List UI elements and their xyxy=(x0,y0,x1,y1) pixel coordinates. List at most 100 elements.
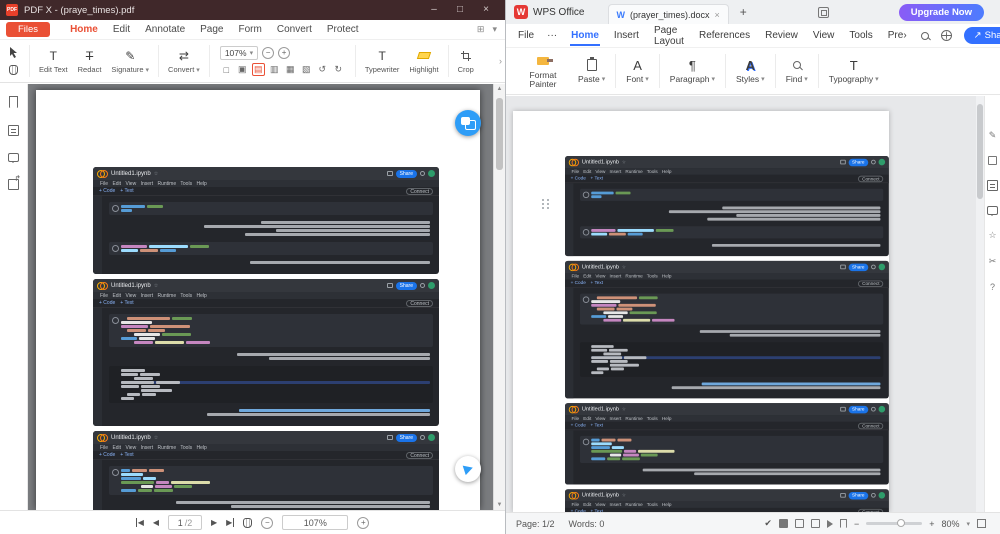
continuous-view-icon[interactable]: ▤ xyxy=(252,63,265,76)
crop-button[interactable]: Crop xyxy=(453,48,479,74)
print-layout-icon[interactable] xyxy=(779,519,788,528)
comments-panel-icon[interactable] xyxy=(987,206,998,215)
zoom-level[interactable]: 80% xyxy=(941,519,959,529)
zoom-in-button[interactable]: + xyxy=(929,519,934,529)
help-icon[interactable]: ? xyxy=(990,282,995,292)
scrollbar-thumb[interactable] xyxy=(496,98,503,170)
export-panel-icon[interactable] xyxy=(8,179,19,190)
paragraph-button[interactable]: ¶ Paragraph▾ xyxy=(662,57,723,84)
highlight-button[interactable]: Highlight xyxy=(404,48,443,74)
two-page-view-icon[interactable]: ▥ xyxy=(268,63,281,76)
tab-protect[interactable]: Protect xyxy=(327,24,359,35)
new-tab-button[interactable]: + xyxy=(740,5,747,19)
outline-panel-icon[interactable] xyxy=(987,180,998,191)
fit-page-view-icon[interactable]: ▣ xyxy=(236,63,249,76)
previous-page-button[interactable]: ◀ xyxy=(153,518,159,527)
vertical-scrollbar[interactable] xyxy=(976,96,984,512)
zoom-out-button[interactable]: − xyxy=(262,47,274,59)
find-button[interactable]: Find▾ xyxy=(778,57,816,84)
select-tool-icon[interactable] xyxy=(9,47,18,58)
styles-button[interactable]: A Styles▾ xyxy=(728,57,773,84)
zoom-select[interactable]: 107%▾ xyxy=(220,46,258,60)
undo-icon[interactable]: ↺ xyxy=(316,63,329,76)
tab-annotate[interactable]: Annotate xyxy=(145,24,185,35)
book-view-icon[interactable]: ▦ xyxy=(284,63,297,76)
search-icon[interactable] xyxy=(921,32,929,40)
menu-review[interactable]: Review xyxy=(764,26,799,45)
pdf-canvas[interactable]: Untitled1.ipynb ☆ Share File Edit View I… xyxy=(28,84,493,510)
word-count[interactable]: Words: 0 xyxy=(569,519,605,529)
spellcheck-icon[interactable]: ✔ xyxy=(764,518,772,529)
menu-page-layout[interactable]: Page Layout xyxy=(653,21,685,51)
read-mode-icon[interactable] xyxy=(827,520,833,528)
format-painter-button[interactable]: Format Painter xyxy=(516,53,570,90)
menu-overflow[interactable]: Pre› xyxy=(887,26,908,45)
tab-convert[interactable]: Convert xyxy=(277,24,312,35)
edit-text-button[interactable]: T Edit Text xyxy=(34,48,73,74)
tab-page[interactable]: Page xyxy=(200,24,223,35)
tab-form[interactable]: Form xyxy=(239,24,262,35)
zoom-out-button[interactable]: − xyxy=(854,519,859,529)
menu-tools[interactable]: Tools xyxy=(848,26,873,45)
files-button[interactable]: Files xyxy=(6,22,50,37)
menu-more[interactable]: ··· xyxy=(547,30,557,41)
menu-file[interactable]: File xyxy=(518,30,534,41)
zoom-in-button[interactable]: + xyxy=(357,517,369,529)
font-button[interactable]: A Font▾ xyxy=(618,57,657,84)
close-tab-icon[interactable]: × xyxy=(715,10,720,20)
last-page-button[interactable]: ▶ xyxy=(226,518,234,527)
cut-tool-icon[interactable]: ✂ xyxy=(989,256,997,267)
bookmarks-panel-icon[interactable] xyxy=(9,96,18,108)
zoom-out-button[interactable]: − xyxy=(261,517,273,529)
thumbnails-panel-icon[interactable] xyxy=(8,125,19,136)
typewriter-button[interactable]: T Typewriter xyxy=(360,48,405,74)
upgrade-button[interactable]: Upgrade Now xyxy=(899,4,984,21)
zoom-level-box[interactable]: 107% xyxy=(282,515,348,530)
maximize-button[interactable]: □ xyxy=(447,0,473,20)
redact-button[interactable]: T Redact xyxy=(73,48,107,74)
scroll-down-icon[interactable]: ▼ xyxy=(494,502,505,508)
zoom-dropdown-icon[interactable]: ▾ xyxy=(966,520,970,528)
menu-references[interactable]: References xyxy=(698,26,751,45)
minimize-button[interactable]: – xyxy=(421,0,447,20)
vertical-scrollbar[interactable]: ▲ ▼ xyxy=(493,84,505,510)
scrollbar-thumb[interactable] xyxy=(977,104,983,199)
favorites-icon[interactable]: ☆ xyxy=(988,230,996,241)
ai-assistant-button[interactable] xyxy=(455,456,481,482)
window-layout-icon[interactable] xyxy=(818,7,829,18)
apps-grid-icon[interactable]: ⊞ xyxy=(477,24,485,35)
signature-button[interactable]: ✎ Signature▾ xyxy=(106,48,154,74)
drag-handle[interactable] xyxy=(542,199,550,209)
comments-panel-icon[interactable] xyxy=(8,153,19,162)
menu-home[interactable]: Home xyxy=(570,26,600,45)
single-page-view-icon[interactable]: □ xyxy=(220,63,233,76)
close-button[interactable]: × xyxy=(473,0,499,20)
next-page-button[interactable]: ▶ xyxy=(211,518,217,527)
typography-button[interactable]: T Typography▾ xyxy=(821,57,887,84)
web-layout-icon[interactable] xyxy=(795,519,804,528)
menu-insert[interactable]: Insert xyxy=(613,26,640,45)
edit-tool-icon[interactable]: ✎ xyxy=(989,130,997,141)
zoom-in-button[interactable]: + xyxy=(278,47,290,59)
translate-button[interactable] xyxy=(455,110,481,136)
document-canvas[interactable]: Untitled1.ipynb ☆ Share File Edit View I… xyxy=(506,96,984,512)
collapse-ribbon-icon[interactable]: ▾ xyxy=(492,24,497,35)
bookmark-icon[interactable] xyxy=(840,519,847,528)
first-page-button[interactable]: ◀ xyxy=(136,518,144,527)
zoom-slider[interactable] xyxy=(866,522,922,525)
convert-button[interactable]: ⇄ Convert▾ xyxy=(163,48,205,74)
select-tool-icon[interactable] xyxy=(988,156,997,165)
paste-button[interactable]: Paste▾ xyxy=(570,57,613,84)
menu-view[interactable]: View xyxy=(812,26,836,45)
zoom-slider-knob[interactable] xyxy=(897,519,905,527)
globe-icon[interactable] xyxy=(941,30,952,41)
hand-tool-icon[interactable] xyxy=(9,65,18,75)
redo-icon[interactable]: ↻ xyxy=(332,63,345,76)
grid-view-icon[interactable]: ▧ xyxy=(300,63,313,76)
scroll-up-icon[interactable]: ▲ xyxy=(494,86,505,92)
page-number-box[interactable]: 1/2 xyxy=(168,515,202,530)
tab-edit[interactable]: Edit xyxy=(113,24,130,35)
fit-screen-icon[interactable] xyxy=(977,519,986,528)
more-tools-icon[interactable]: › xyxy=(499,56,502,66)
outline-view-icon[interactable] xyxy=(811,519,820,528)
